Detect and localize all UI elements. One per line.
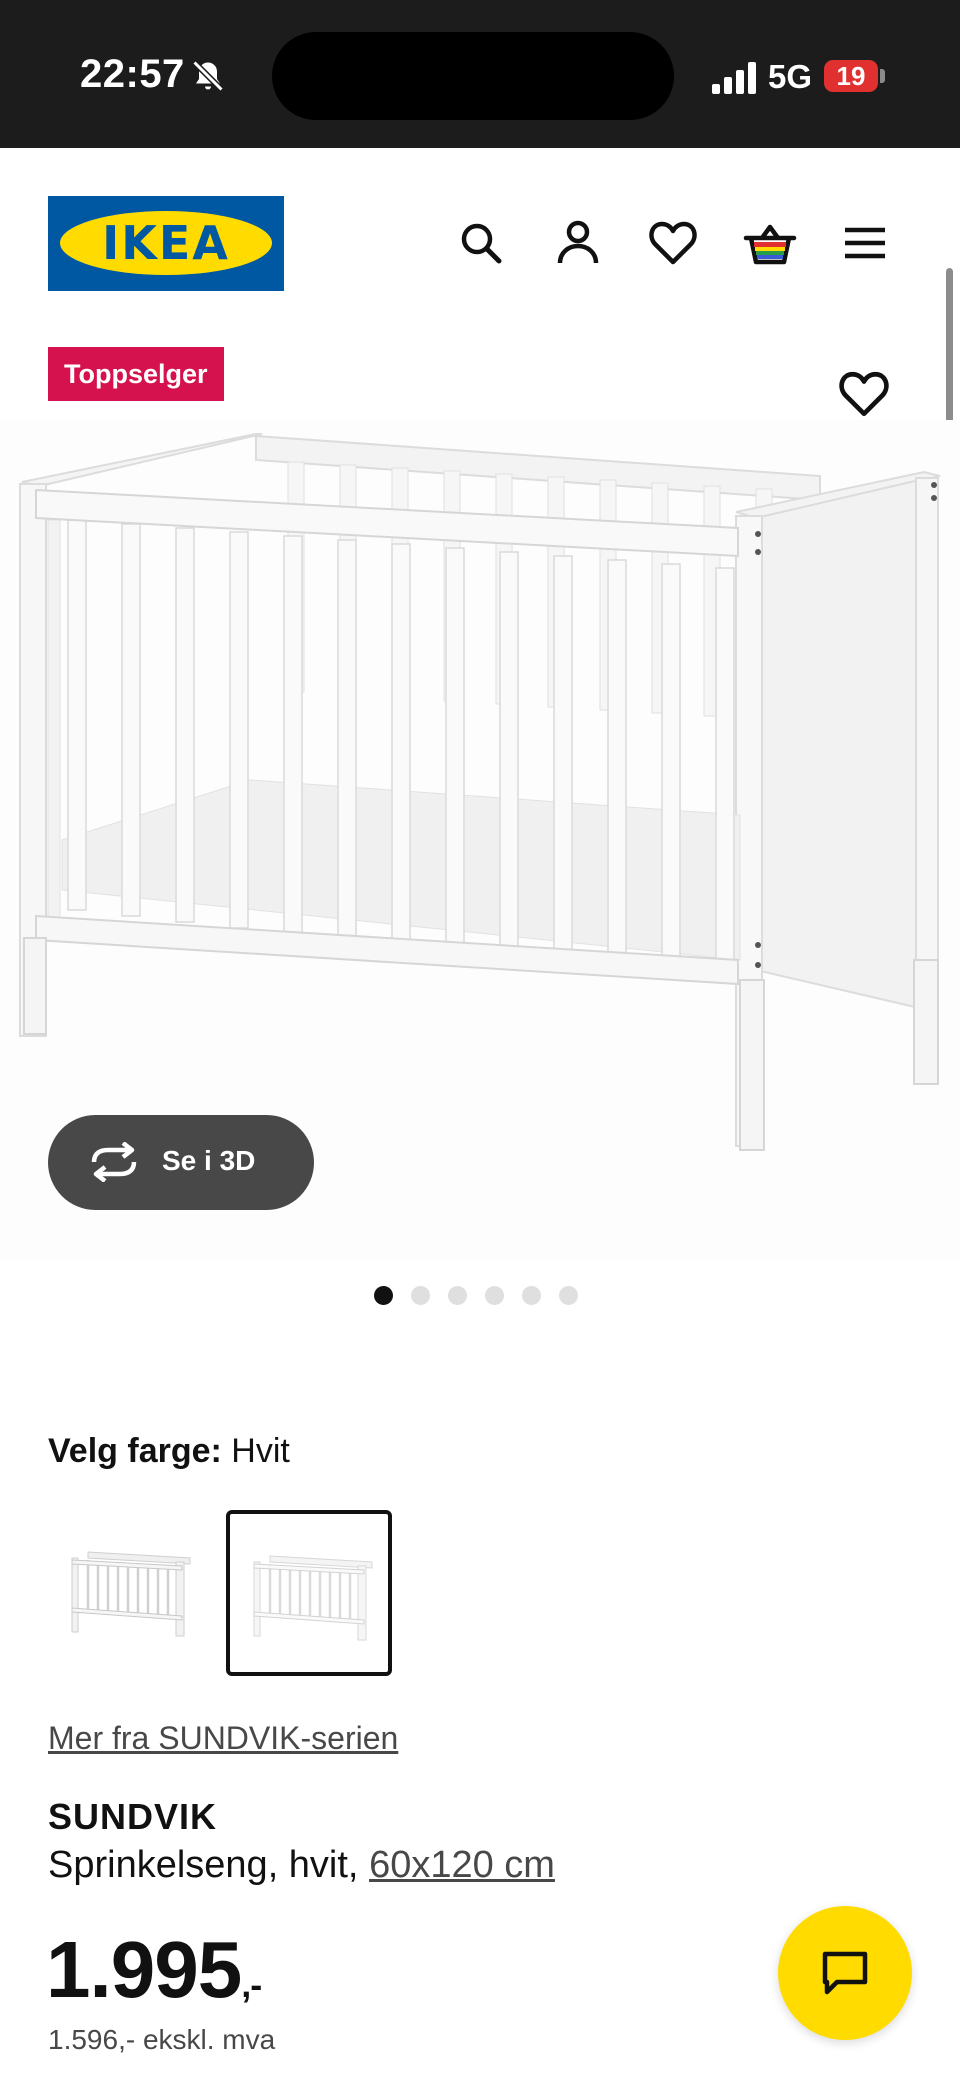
- price-suffix: ,-: [241, 1964, 262, 2005]
- battery-cap: [880, 69, 885, 83]
- color-label-prefix: Velg farge:: [48, 1432, 222, 1470]
- product-price: 1.995,-: [46, 1924, 262, 2016]
- dynamic-island: [272, 32, 674, 120]
- carousel-dot[interactable]: [448, 1286, 467, 1305]
- battery-indicator: 19: [824, 60, 878, 92]
- status-time: 22:57: [80, 52, 185, 96]
- signal-icon: [712, 62, 756, 94]
- view-3d-label: Se i 3D: [162, 1145, 256, 1176]
- swatch-thumbnail: [248, 1548, 378, 1644]
- price-excl-vat: 1.596,- ekskl. mva: [48, 2024, 276, 2055]
- heart-icon[interactable]: [838, 370, 890, 418]
- search-icon[interactable]: [456, 218, 506, 268]
- carousel-dot[interactable]: [374, 1286, 393, 1305]
- cart-icon[interactable]: [743, 218, 797, 268]
- chat-button[interactable]: [778, 1906, 912, 2040]
- image-carousel-dots[interactable]: [374, 1286, 578, 1306]
- logo-oval: IKEA: [60, 211, 272, 275]
- product-description: Sprinkelseng, hvit, 60x120 cm: [48, 1844, 555, 1887]
- price-value: 1.995: [46, 1925, 242, 2014]
- view-3d-button[interactable]: Se i 3D: [48, 1115, 314, 1210]
- logo-text: IKEA: [102, 216, 230, 270]
- rotate-3d-icon: [91, 1142, 137, 1182]
- scrollbar-thumb[interactable]: [946, 268, 953, 433]
- selected-color: Hvit: [231, 1432, 290, 1470]
- series-link[interactable]: Mer fra SUNDVIK-serien: [48, 1720, 398, 1757]
- carousel-dot[interactable]: [522, 1286, 541, 1305]
- user-icon[interactable]: [553, 218, 603, 268]
- registered-mark: ®: [271, 210, 280, 222]
- ikea-logo[interactable]: IKEA ®: [48, 196, 284, 291]
- bell-slash-icon: [192, 60, 224, 92]
- top-seller-badge: Toppselger: [48, 347, 224, 401]
- carousel-dot[interactable]: [559, 1286, 578, 1305]
- swatch-thumbnail: [66, 1544, 196, 1640]
- network-type: 5G: [768, 58, 813, 95]
- status-bar: 22:57 5G 19: [0, 0, 960, 148]
- color-swatch-2[interactable]: [226, 1510, 392, 1676]
- color-selector-label: Velg farge: Hvit: [48, 1432, 290, 1471]
- size-link[interactable]: 60x120 cm: [369, 1844, 555, 1886]
- product-name: SUNDVIK: [48, 1796, 218, 1837]
- product-type: Sprinkelseng, hvit,: [48, 1844, 370, 1886]
- heart-icon[interactable]: [648, 218, 698, 268]
- carousel-dot[interactable]: [411, 1286, 430, 1305]
- color-swatch-1[interactable]: [48, 1510, 214, 1676]
- carousel-dot[interactable]: [485, 1286, 504, 1305]
- menu-icon[interactable]: [840, 218, 890, 268]
- chat-icon: [822, 1951, 868, 1995]
